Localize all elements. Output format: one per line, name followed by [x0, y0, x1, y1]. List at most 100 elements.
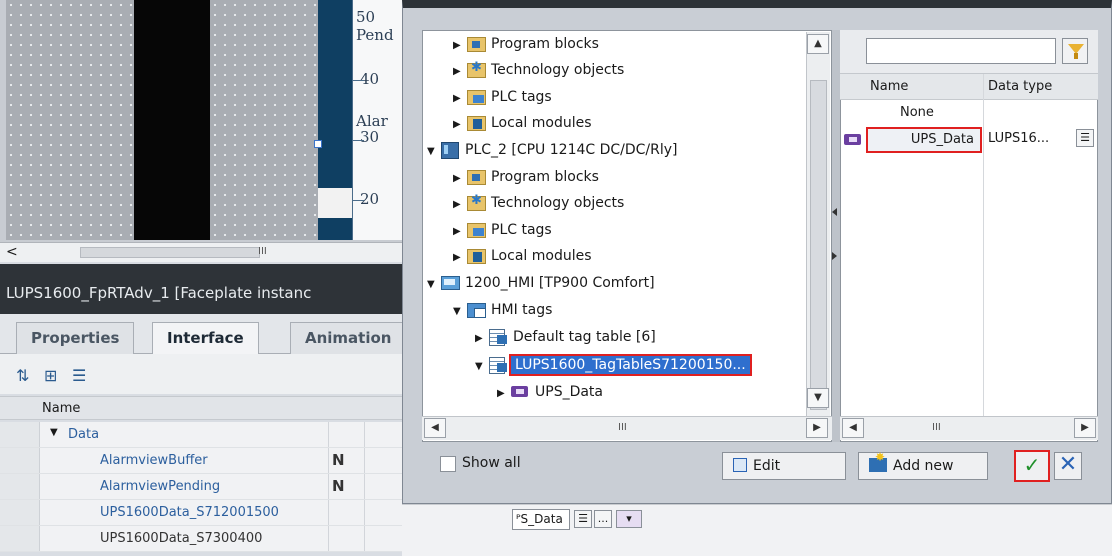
tag-list-horizontal-scrollbar[interactable]: ◀ III ▶ — [840, 416, 1098, 440]
table-row[interactable]: AlarmviewPending N — [0, 474, 402, 500]
scale-tick — [352, 80, 364, 81]
tab-interface[interactable]: Interface — [152, 322, 259, 355]
scroll-left-icon[interactable]: ◀ — [842, 418, 864, 438]
tree-node-program-blocks[interactable]: ▶ Program blocks — [453, 35, 599, 61]
collapse-left-icon[interactable] — [832, 208, 837, 216]
selection-handle[interactable] — [314, 140, 322, 148]
expand-all-icon[interactable]: ⊞ — [44, 366, 57, 385]
tree-node-1200-hmi[interactable]: ▼ 1200_HMI [TP900 Comfort] — [427, 274, 655, 300]
scroll-right-icon[interactable]: ▶ — [806, 418, 828, 438]
scroll-left-icon[interactable]: < — [6, 244, 18, 260]
filter-button[interactable] — [1062, 38, 1088, 64]
tree-node-technology-objects[interactable]: ▶Technology objects — [453, 60, 624, 87]
row-index — [0, 422, 40, 447]
row-index — [0, 500, 40, 525]
tree-horizontal-scrollbar[interactable]: ◀ III ▶ — [422, 416, 832, 440]
scroll-left-icon[interactable]: ◀ — [424, 418, 446, 438]
scroll-right-icon[interactable]: ▶ — [1074, 418, 1096, 438]
collapse-arrow-icon[interactable]: ▼ — [427, 146, 441, 157]
expand-arrow-icon[interactable]: ▶ — [453, 40, 467, 51]
expand-arrow-icon[interactable]: ▶ — [497, 388, 511, 399]
inline-tag-selector[interactable]: ᴾS_Data ☰ ... ▾ — [512, 509, 662, 531]
tag-value-field[interactable]: ᴾS_Data — [512, 509, 570, 530]
collapse-arrow-icon[interactable]: ▼ — [427, 279, 441, 290]
tree-node-local-modules[interactable]: ▶ Local modules — [453, 114, 592, 140]
expand-arrow-icon[interactable]: ▼ — [50, 427, 58, 438]
type-list-icon[interactable]: ☰ — [1076, 129, 1094, 147]
table-row[interactable]: AlarmviewBuffer N — [0, 448, 402, 474]
edit-button[interactable]: Edit — [722, 452, 846, 480]
program-blocks-icon — [467, 168, 486, 185]
column-name-header[interactable]: Name — [870, 79, 908, 94]
tree-node-lups1600-tag-table[interactable]: ▼ LUPS1600_TagTableS71200150... — [475, 354, 752, 380]
expand-arrow-icon[interactable]: ▶ — [453, 119, 467, 130]
add-new-icon — [869, 450, 887, 472]
tag-name-selected[interactable]: UPS_Data — [866, 127, 982, 153]
technology-objects-icon — [467, 193, 486, 211]
tab-animation[interactable]: Animation — [290, 322, 407, 354]
add-new-button[interactable]: Add new — [858, 450, 988, 480]
scale-label-20: 20 — [360, 190, 380, 208]
scale-label-40: 40 — [360, 70, 380, 88]
tree-node-plc-tags[interactable]: ▶ PLC tags — [453, 88, 552, 114]
tag-list-header: Name Data type — [840, 74, 1098, 100]
tag-list-row[interactable]: UPS_Data LUPS16... ☰ — [840, 126, 1098, 153]
scale-label-top: 50 — [356, 8, 376, 26]
expand-arrow-icon[interactable]: ▶ — [453, 252, 467, 263]
column-data-type-header[interactable]: Data type — [988, 79, 1052, 94]
browse-button[interactable]: ... — [594, 510, 612, 528]
tree-node-local-modules[interactable]: ▶ Local modules — [453, 247, 592, 273]
canvas-grid-right — [210, 0, 318, 240]
expand-arrow-icon[interactable]: ▶ — [453, 93, 467, 104]
canvas-black-object — [134, 0, 210, 240]
udt-tag-icon — [511, 383, 529, 399]
tree-node-ups-data[interactable]: ▶ UPS_Data — [497, 383, 603, 409]
scroll-down-icon[interactable]: ▼ — [807, 388, 829, 408]
selected-tag-table-label[interactable]: LUPS1600_TagTableS71200150... — [509, 354, 752, 376]
scale-label-30: 30 — [360, 128, 380, 146]
sort-icon[interactable]: ⇅ — [16, 366, 29, 385]
show-all-checkbox[interactable] — [440, 456, 456, 472]
plc-device-icon — [441, 141, 459, 159]
cancel-button[interactable]: ✕ — [1054, 452, 1082, 480]
scroll-thumb[interactable] — [810, 80, 827, 410]
tree-node-hmi-tags[interactable]: ▼ HMI tags — [453, 301, 552, 327]
pane-splitter[interactable] — [832, 30, 840, 442]
interface-value-column — [402, 504, 1112, 556]
tag-type-icon[interactable]: ▾ — [616, 510, 642, 528]
tree-node-technology-objects[interactable]: ▶Technology objects — [453, 193, 624, 220]
collapse-right-icon[interactable] — [832, 252, 837, 260]
row-label: AlarmviewBuffer — [100, 453, 208, 468]
column-name-header[interactable]: Name — [42, 401, 80, 416]
editor-horizontal-scrollbar[interactable]: < III — [0, 242, 402, 262]
tree-node-default-tag-table[interactable]: ▶ Default tag table [6] — [475, 328, 656, 354]
expand-arrow-icon[interactable]: ▶ — [453, 226, 467, 237]
filter-input[interactable] — [866, 38, 1056, 64]
row-label: Data — [68, 427, 100, 442]
hmi-tags-icon — [467, 301, 486, 318]
table-row[interactable]: UPS1600Data_S712001500 — [0, 500, 402, 526]
collapse-all-icon[interactable]: ☰ — [72, 366, 86, 385]
tree-node-program-blocks[interactable]: ▶ Program blocks — [453, 168, 599, 194]
project-tree: ▶Program blocks ▶Technology objects ▶PLC… — [422, 30, 832, 442]
tab-properties[interactable]: Properties — [16, 322, 135, 354]
collapse-arrow-icon[interactable]: ▼ — [475, 361, 489, 372]
interface-table-header: Name — [0, 396, 402, 420]
scroll-grip-icon: III — [618, 422, 627, 433]
tree-vertical-scrollbar[interactable]: ▲ ▼ — [806, 32, 830, 440]
tag-list-row[interactable]: None — [840, 100, 1098, 126]
expand-arrow-icon[interactable]: ▶ — [475, 333, 489, 344]
list-icon[interactable]: ☰ — [574, 510, 592, 528]
table-row[interactable]: ▼ Data — [0, 422, 402, 448]
scroll-up-icon[interactable]: ▲ — [807, 34, 829, 54]
expand-arrow-icon[interactable]: ▶ — [453, 199, 467, 210]
expand-arrow-icon[interactable]: ▶ — [453, 173, 467, 184]
expand-arrow-icon[interactable]: ▶ — [453, 66, 467, 77]
scroll-thumb[interactable] — [80, 247, 260, 258]
table-row[interactable]: UPS1600Data_S7300400 — [0, 526, 402, 552]
tree-node-plc-2[interactable]: ▼ PLC_2 [CPU 1214C DC/DC/Rly] — [427, 141, 678, 167]
edit-icon — [733, 458, 747, 472]
tree-node-plc-tags[interactable]: ▶ PLC tags — [453, 221, 552, 247]
ok-button[interactable]: ✓ — [1014, 450, 1050, 482]
collapse-arrow-icon[interactable]: ▼ — [453, 306, 467, 317]
